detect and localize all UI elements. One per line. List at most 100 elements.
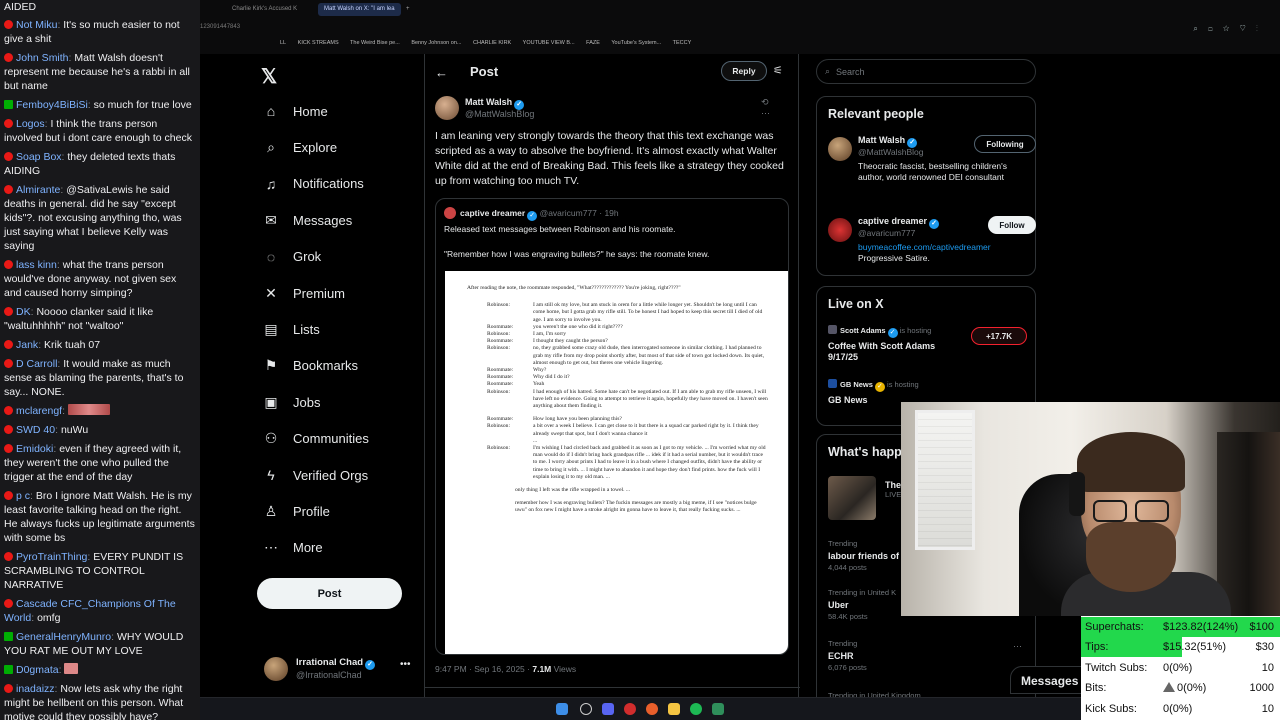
account-more-icon[interactable]: ••• (400, 659, 411, 670)
nav-item-bookmarks[interactable]: ⚑ Bookmarks (262, 353, 358, 379)
chat-username[interactable]: p c (16, 490, 30, 502)
reply-button[interactable]: Reply (721, 61, 767, 81)
doc-line: Roommate: Yeah (467, 381, 768, 388)
live-host-row: GB News ✓ is hosting (828, 379, 1028, 392)
bookmark-8[interactable]: YouTube's System... (611, 40, 661, 46)
chat-username[interactable]: inadaizz (16, 683, 55, 695)
quoted-document-image[interactable]: After reading the note, the roommate res… (445, 271, 788, 654)
chat-username[interactable]: Logos (16, 118, 45, 130)
taskbar-search-icon[interactable] (580, 703, 592, 715)
doc-line-text: you weren't the one who did it right???? (533, 323, 623, 330)
doc-speaker: Roommate: (487, 416, 514, 423)
trend-thumbnail[interactable] (828, 476, 876, 520)
file-explorer-icon[interactable] (668, 703, 680, 715)
account-name: Irrational Chad (296, 657, 364, 668)
chat-username[interactable]: PyroTrainThing (16, 551, 87, 563)
live-host-status: is hosting (899, 326, 932, 335)
x-logo-icon[interactable]: 𝕏 (261, 64, 277, 89)
nav-item-home[interactable]: ⌂ Home (262, 98, 328, 124)
doc-speaker: Robinson: (487, 331, 511, 338)
chat-username[interactable]: Emidoki (16, 443, 53, 455)
headset (1069, 472, 1085, 516)
live-listeners-badge[interactable]: +17.7K (971, 327, 1027, 345)
chat-username[interactable]: Jank (16, 339, 38, 351)
chat-username[interactable]: mclarengf (16, 405, 62, 417)
chat-username[interactable]: lass kinn (16, 259, 57, 271)
browser-tab-charlie-kirk[interactable]: Charlie Kirk's Accused K (226, 3, 303, 16)
nav-item-lists[interactable]: ▤ Lists (262, 316, 319, 342)
bookmark-7[interactable]: FAZE (586, 40, 600, 46)
follow-button[interactable]: Follow (988, 216, 1036, 234)
trend-posts: 6,076 posts (828, 663, 867, 672)
back-arrow-icon[interactable]: ← (435, 65, 448, 80)
relevant-person-captive-dreamer[interactable]: captive dreamer ✓ @avaricum777 buymeacoff… (828, 216, 1036, 271)
nav-item-label: Verified Orgs (293, 467, 369, 483)
nav-item-communities[interactable]: ⚇ Communities (262, 426, 369, 452)
post-timestamp[interactable]: 9:47 PM · Sep 16, 2025 · (435, 664, 530, 674)
browser-toolbar-icons[interactable]: ⌕ ◻ ☆ ♡ ⋮ (1193, 24, 1262, 34)
browser-icon[interactable] (646, 703, 658, 715)
person-link[interactable]: buymeacoffee.com/captivedreamer (858, 242, 1028, 253)
nav-item-messages[interactable]: ✉ Messages (262, 207, 352, 233)
youtube-badge-icon (4, 444, 13, 453)
nav-item-profile[interactable]: ♙ Profile (262, 498, 330, 524)
bookmark-3[interactable]: The Weird Bise pe... (350, 40, 400, 46)
youtube-badge-icon (4, 425, 13, 434)
trend-more-icon[interactable]: ⋯ (1013, 641, 1022, 652)
browser-tab-matt-walsh[interactable]: Matt Walsh on X: "I am lea (318, 3, 401, 16)
chat-username[interactable]: John Smith (16, 52, 69, 64)
live-item-scott-adams[interactable]: Scott Adams ✓ is hosting Coffee With Scot… (828, 325, 1028, 363)
chat-username[interactable]: GeneralHenryMunro (16, 631, 111, 643)
spotify-icon[interactable] (690, 703, 702, 715)
nav-item-label: Bookmarks (293, 358, 359, 374)
nav-item-premium[interactable]: ✕ Premium (262, 280, 345, 306)
bookmark-1[interactable]: LL (280, 40, 286, 46)
live-on-x-title: Live on X (828, 297, 884, 311)
chat-username[interactable]: Femboy4BiBiSi (16, 99, 88, 111)
discord-icon[interactable] (602, 703, 614, 715)
trend-item[interactable]: Trending ECHR 6,076 posts (828, 639, 1028, 672)
nav-item-label: Jobs (293, 394, 321, 410)
bookmark-4[interactable]: Benny Johnson on... (411, 40, 461, 46)
chat-username[interactable]: SWD 40 (16, 424, 55, 436)
nav-item-verified-orgs[interactable]: ϟ Verified Orgs (262, 462, 368, 488)
compose-post-button[interactable]: Post (257, 578, 402, 609)
x-left-navigation: 𝕏 ⌂ Home ⌕ Explore ♫ Notifications ✉ Messages ◌ G… (200, 54, 424, 720)
nav-item-jobs[interactable]: ▣ Jobs (262, 389, 320, 415)
quoted-post[interactable]: captive dreamer ✓ @avaricum777 · 19h Rele… (435, 198, 789, 655)
stream-chat-panel[interactable]: AIDED Not Miku: It's so much easier to n… (0, 0, 200, 720)
bookmark-5[interactable]: CHARLIE KIRK (473, 40, 511, 46)
chat-username[interactable]: Almirante (16, 184, 60, 196)
doc-line: Roommate: you weren't the one who did it … (467, 324, 768, 331)
chat-username[interactable]: Cascade CFC_Champions Of The World (4, 598, 176, 624)
new-tab-icon[interactable]: + (400, 3, 416, 16)
bookmark-2[interactable]: KICK STREAMS (298, 40, 339, 46)
person-handle: @MattWalshBlog (858, 147, 924, 157)
address-bar[interactable]: 123091447843 (200, 24, 240, 30)
people-icon: ⚇ (264, 430, 278, 447)
nav-item-more[interactable]: ⋯ More (262, 535, 323, 561)
post-actions-icons[interactable]: ⟲ ⋯ (761, 97, 798, 119)
youtube-badge-icon (4, 119, 13, 128)
nav-item-explore[interactable]: ⌕ Explore (262, 134, 337, 160)
chat-username[interactable]: D Carroll (16, 358, 57, 370)
bookmark-9[interactable]: TECCY (673, 40, 692, 46)
bookmark-6[interactable]: YOUTUBE VIEW B... (523, 40, 575, 46)
app-icon[interactable] (712, 703, 724, 715)
settings-sliders-icon[interactable]: ⚟ (773, 64, 783, 77)
search-input[interactable]: ⌕ Search (816, 59, 1036, 84)
chat-text: nuWu (60, 424, 89, 436)
nav-item-grok[interactable]: ◌ Grok (262, 244, 321, 270)
account-switcher[interactable]: Irrational Chad ✓ @IrrationalChad ••• (264, 655, 414, 685)
following-button[interactable]: Following (974, 135, 1036, 153)
chat-username[interactable]: Not Miku (16, 19, 57, 31)
chat-username[interactable]: D0gmata (16, 664, 59, 676)
chat-username[interactable]: Soap Box (16, 151, 62, 163)
start-menu-icon[interactable] (556, 703, 568, 715)
chat-username[interactable]: DK (16, 306, 31, 318)
author-avatar[interactable] (435, 96, 459, 120)
nav-item-notifications[interactable]: ♫ Notifications (262, 171, 364, 197)
author-handle[interactable]: @MattWalshBlog (465, 109, 534, 119)
opera-icon[interactable] (624, 703, 636, 715)
relevant-person-matt-walsh[interactable]: Matt Walsh ✓ @MattWalshBlog Theocratic fa… (828, 135, 1036, 205)
